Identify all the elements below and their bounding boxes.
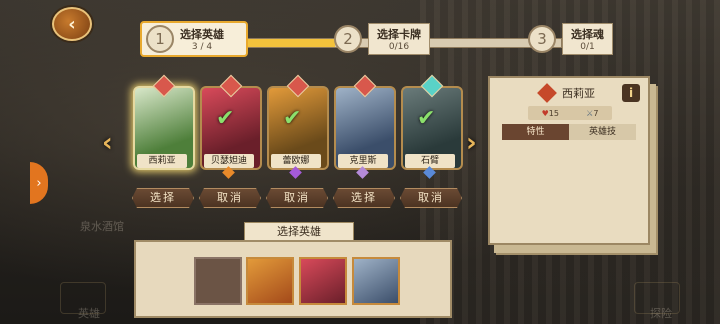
tab-hero-skill[interactable]: 英雄技 — [569, 124, 636, 140]
panel-tabs: 特性 英雄技 — [502, 124, 636, 140]
empty-hero-slot[interactable] — [194, 257, 242, 305]
hero-stats: ♥15 ⚔7 — [528, 106, 612, 120]
step-number: 1 — [146, 25, 174, 53]
select-hero-button[interactable]: 选择 — [333, 188, 395, 208]
heart-icon: ♥ — [541, 108, 549, 118]
step-count: 0/16 — [388, 42, 410, 52]
deselect-hero-button[interactable]: 取消 — [199, 188, 261, 208]
hero-card[interactable]: ✔ 蕾欧娜 — [267, 74, 329, 179]
step-title: 选择卡牌 — [377, 28, 421, 41]
back-button[interactable]: ‹ — [52, 7, 92, 41]
deselect-hero-button[interactable]: 取消 — [400, 188, 462, 208]
step-select-cards[interactable]: 2 选择卡牌 0/16 — [334, 22, 430, 56]
deselect-hero-button[interactable]: 取消 — [266, 188, 328, 208]
hero-card[interactable]: 克里斯 — [334, 74, 396, 179]
hp-stat: ♥15 — [542, 109, 559, 118]
hero-card[interactable]: ✔ 石臂 — [401, 74, 463, 179]
selected-heroes-tray — [134, 240, 452, 318]
selected-hero-slot[interactable] — [299, 257, 347, 305]
chevron-right-icon: › — [36, 175, 42, 191]
step-count: 3 / 4 — [191, 42, 213, 52]
next-page-arrow-icon[interactable]: › — [466, 128, 477, 158]
hero-name: 西莉亚 — [562, 87, 595, 100]
check-icon: ✔ — [216, 106, 235, 131]
check-icon: ✔ — [417, 106, 436, 131]
attack-stat: ⚔7 — [586, 109, 598, 118]
step-number: 2 — [334, 25, 362, 53]
hero-card[interactable]: ✔ 贝瑟妲迪 — [200, 74, 262, 179]
attack-value: 7 — [593, 108, 599, 118]
select-hero-button[interactable]: 选择 — [132, 188, 194, 208]
step-count: 0/1 — [580, 42, 595, 52]
step-title: 选择魂 — [571, 28, 604, 41]
step-title: 选择英雄 — [180, 28, 224, 41]
step-select-soul[interactable]: 3 选择魂 0/1 — [528, 22, 613, 56]
hero-name: 西莉亚 — [137, 154, 187, 168]
hero-info-panel: 西莉亚 i ♥15 ⚔7 特性 英雄技 — [488, 76, 650, 245]
info-icon[interactable]: i — [622, 84, 640, 102]
bg-decoration — [634, 282, 680, 314]
step-number: 3 — [528, 25, 556, 53]
step-select-hero[interactable]: 1 选择英雄 3 / 4 — [140, 21, 248, 57]
tab-traits[interactable]: 特性 — [502, 124, 569, 140]
hp-value: 15 — [548, 108, 559, 118]
bg-label-tavern: 泉水酒馆 — [80, 220, 124, 233]
hero-class-icon — [537, 83, 557, 103]
bg-decoration — [60, 282, 106, 314]
selected-hero-slot[interactable] — [246, 257, 294, 305]
selected-hero-slot[interactable] — [352, 257, 400, 305]
back-arrow-icon: ‹ — [68, 13, 76, 35]
check-icon: ✔ — [283, 106, 302, 131]
selected-heroes-title: 选择英雄 — [244, 222, 354, 242]
prev-page-arrow-icon[interactable]: ‹ — [102, 128, 113, 158]
hero-card[interactable]: 西莉亚 — [133, 74, 195, 174]
